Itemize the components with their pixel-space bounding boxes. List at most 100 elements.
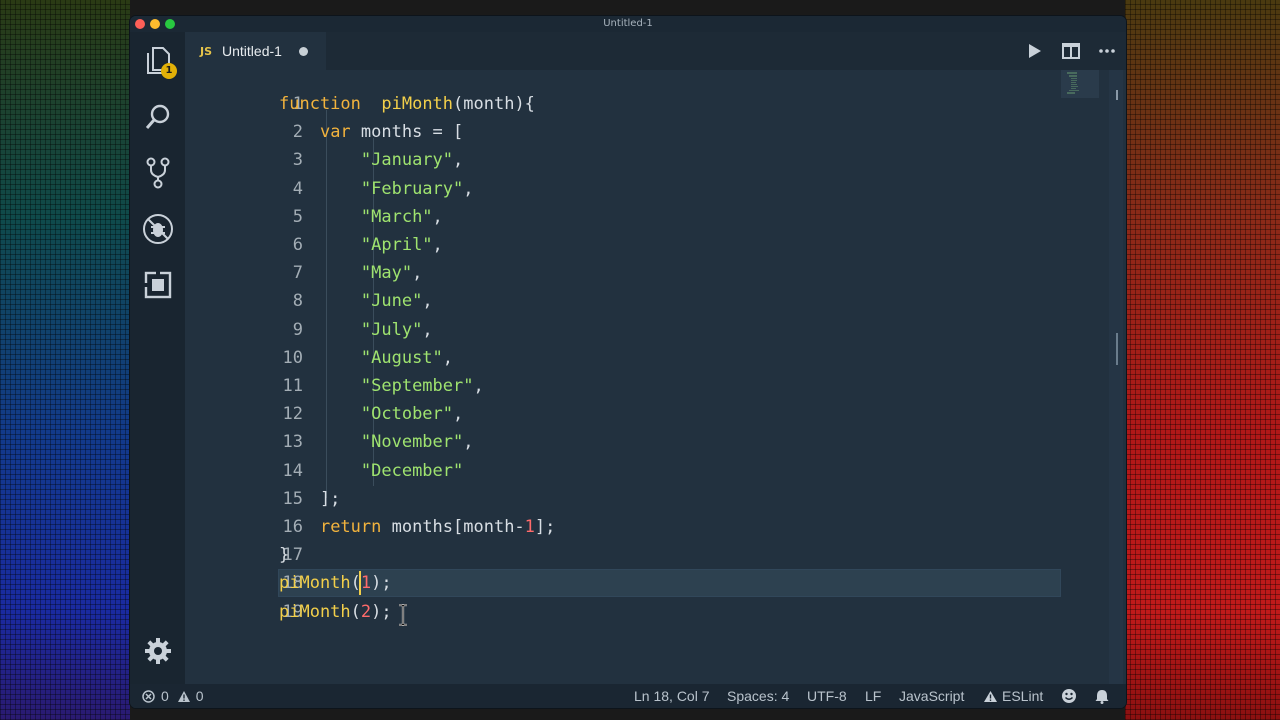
split-editor-button[interactable] [1061,41,1081,61]
minimize-window-button[interactable] [150,19,160,29]
code-text: piMonth(2); [279,598,392,626]
code-token: ]; [534,517,556,537]
error-count: 0 [161,688,169,704]
code-line[interactable]: 7 "May", [185,259,1126,287]
indentation-setting[interactable]: Spaces: 4 [727,684,789,708]
code-line[interactable]: 17} [185,541,1126,569]
code-token: "May" [360,263,413,284]
code-line[interactable]: 15 ]; [185,485,1126,513]
code-line[interactable]: 5 "March", [185,203,1126,231]
end-of-line[interactable]: LF [865,684,881,708]
warning-icon [177,690,190,702]
code-token: , [463,178,474,199]
extensions-icon [144,271,172,299]
code-token: months[month- [381,517,525,537]
code-line[interactable]: 16 return months[month-1]; [185,513,1126,541]
language-mode[interactable]: JavaScript [899,684,964,708]
extensions-button[interactable] [139,266,177,304]
code-token: "April" [360,235,433,255]
code-token: 1 [524,517,535,537]
code-token: "October" [360,404,454,425]
code-line[interactable]: 18 piMonth(1); [185,569,1126,598]
code-text: "March", [279,203,443,231]
notifications-button[interactable] [1095,684,1109,708]
code-line[interactable]: 9 "July", [185,316,1126,344]
code-line[interactable]: 6 "April", [185,231,1126,259]
eslint-status[interactable]: ESLint [983,684,1043,708]
warning-triangle-icon [984,690,997,702]
code-token: "July" [360,319,423,340]
warning-count: 0 [195,688,204,704]
code-token: piMonth [279,573,351,594]
tab-title: Untitled-1 [222,43,282,59]
vertical-scrollbar[interactable] [1109,70,1123,684]
file-encoding[interactable]: UTF-8 [807,684,847,708]
code-token: "November" [360,432,464,453]
search-button[interactable] [139,98,177,136]
code-line[interactable]: 3 "January", [185,146,1126,174]
code-token: "February" [360,178,464,199]
code-line[interactable]: 8 "June", [185,287,1126,315]
code-line[interactable]: 10 "August", [185,344,1126,372]
code-line[interactable]: 13 "November", [185,428,1126,456]
scrollbar-thumb[interactable] [1116,90,1118,100]
problems-indicator[interactable]: 0 0 [142,684,204,708]
run-button[interactable] [1025,41,1045,61]
code-token: "June" [360,291,423,312]
code-token: return [319,517,382,537]
code-line[interactable]: 11 "September", [185,372,1126,400]
unsaved-dot-icon[interactable] [298,46,308,56]
scrollbar-cursor-marker [1116,333,1118,365]
cursor-position[interactable]: Ln 18, Col 7 [634,684,710,708]
code-line[interactable]: 1 function piMonth(month){ [185,90,1126,118]
code-line[interactable]: 12 "October", [185,400,1126,428]
mouse-ibeam-cursor-icon [399,604,407,626]
code-text: ]; [279,485,340,513]
error-icon [142,689,155,703]
code-line[interactable]: 14 "December" [185,457,1126,485]
minimap[interactable] [1061,70,1109,684]
code-text: "November", [279,428,474,456]
code-text: function piMonth(month){ [279,90,535,118]
source-control-button[interactable] [139,154,177,192]
status-bar: 0 0 Ln 18, Col 7 Spaces: 4 UTF-8 LF Java… [130,684,1126,708]
code-line[interactable]: 2 var months = [ [185,118,1126,146]
close-window-button[interactable] [135,19,145,29]
source-control-icon [146,157,170,189]
background-left [0,0,130,720]
background-right [1125,0,1280,720]
debug-button[interactable] [139,210,177,248]
more-actions-button[interactable] [1097,41,1117,61]
code-token: ); [371,601,392,622]
code-line[interactable]: 19 piMonth(2); [185,598,1126,626]
feedback-button[interactable] [1061,684,1077,708]
code-token: } [279,545,290,566]
code-text: piMonth(1); [279,569,392,597]
code-text: "May", [279,259,422,287]
tab-untitled-1[interactable]: JS Untitled-1 [185,32,326,70]
code-text: return months[month-1]; [279,513,555,541]
code-token: "August" [360,347,443,368]
explorer-button[interactable]: 1 [139,42,177,80]
maximize-window-button[interactable] [165,19,175,29]
current-line-highlight [278,569,1061,598]
code-token: , [432,235,443,255]
code-line[interactable]: 4 "February", [185,175,1126,203]
settings-button[interactable] [139,632,177,670]
settings-gear-icon [145,638,171,664]
activity-bar: 1 [130,32,185,684]
code-editor[interactable]: 1 function piMonth(month){2 var months = … [185,70,1126,684]
vscode-window: Untitled-1 1 JS Untitled-1 1 function pi… [130,16,1126,708]
search-icon [145,104,170,129]
debug-icon [143,214,173,244]
code-token: function [279,94,361,114]
code-token: months = [ [350,122,464,143]
